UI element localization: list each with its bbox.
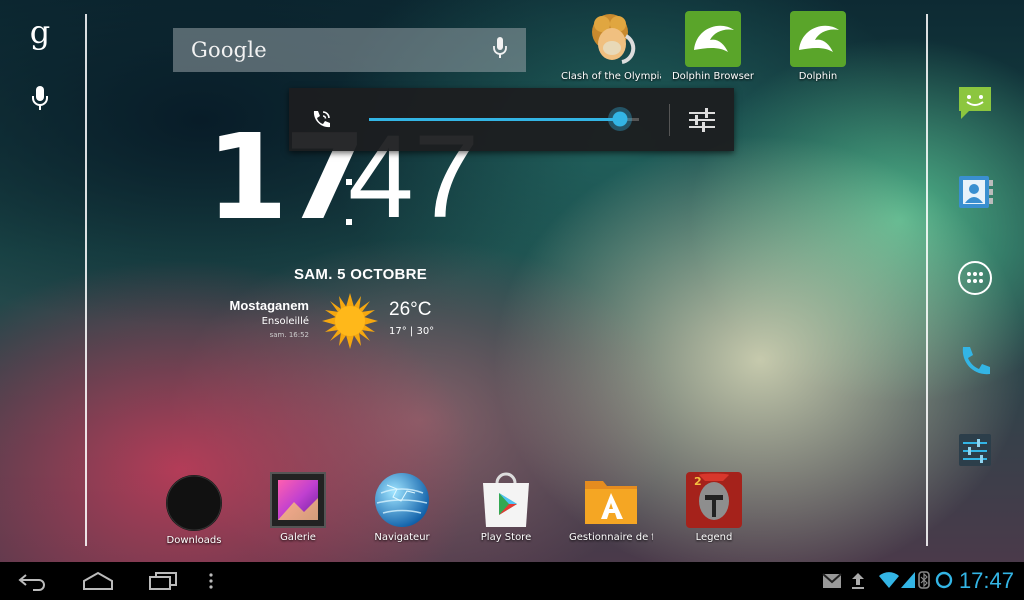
- svg-text:2: 2: [694, 475, 702, 488]
- app-label: Downloads: [166, 535, 222, 546]
- menu-overflow-button[interactable]: [208, 573, 214, 593]
- panel-divider: [669, 104, 670, 136]
- app-downloads[interactable]: Downloads: [144, 474, 244, 546]
- call-volume-icon: [309, 108, 333, 136]
- app-label: Gestionnaire de fichiers: [569, 532, 653, 543]
- navigation-bar: 17:47: [0, 562, 1024, 600]
- file-manager-icon: [582, 471, 640, 529]
- app-label: Play Store: [480, 532, 532, 543]
- signal-icon: [900, 571, 916, 593]
- app-dolphin[interactable]: Dolphin: [768, 10, 868, 82]
- clock-colon: [346, 155, 352, 235]
- app-label: Navigateur: [374, 532, 430, 543]
- app-galerie[interactable]: Galerie: [248, 471, 348, 543]
- date-label[interactable]: SAM. 5 OCTOBRE: [294, 266, 427, 283]
- voice-search-icon[interactable]: [22, 80, 58, 116]
- right-divider: [926, 14, 928, 546]
- home-button[interactable]: [82, 571, 114, 595]
- messaging-icon[interactable]: [953, 81, 997, 125]
- status-time: 17:47: [958, 568, 1014, 593]
- upload-notification-icon[interactable]: [851, 572, 865, 594]
- weather-condition: Ensoleillé: [261, 316, 309, 327]
- dolphin-icon: [789, 10, 847, 68]
- app-label: Dolphin: [798, 71, 838, 82]
- app-label: Clash of the Olympians: [561, 71, 661, 82]
- google-logo: Google: [191, 38, 267, 62]
- weather-range: 17° | 30°: [389, 326, 435, 337]
- all-apps-icon[interactable]: [953, 256, 997, 300]
- play-store-icon: [477, 471, 535, 529]
- microphone-icon[interactable]: [492, 36, 508, 64]
- volume-slider-fill: [369, 118, 621, 121]
- weather-temperature: 26°C: [389, 299, 432, 320]
- google-search-bar[interactable]: Google: [173, 28, 526, 72]
- bluetooth-icon: [918, 571, 930, 593]
- weather-updated: sam. 16:52: [269, 331, 309, 339]
- dolphin-browser-icon: [684, 10, 742, 68]
- app-gestionnaire-de-fichiers[interactable]: Gestionnaire de fichiers: [559, 471, 663, 543]
- sun-icon[interactable]: [322, 293, 378, 353]
- app-clash-of-the-olympians[interactable]: Clash of the Olympians: [561, 10, 661, 82]
- recent-apps-button[interactable]: [148, 572, 178, 594]
- left-divider: [85, 14, 87, 546]
- volume-slider[interactable]: [369, 107, 639, 131]
- settings-icon[interactable]: [953, 428, 997, 472]
- downloads-icon: [165, 474, 223, 532]
- app-label: Legend: [695, 532, 733, 543]
- wifi-icon: [878, 571, 900, 593]
- back-button[interactable]: [18, 571, 48, 595]
- app-dolphin-browser[interactable]: Dolphin Browser: [663, 10, 763, 82]
- clash-of-the-olympians-icon: [582, 10, 640, 68]
- sound-settings-icon[interactable]: [687, 106, 717, 138]
- volume-slider-thumb[interactable]: [608, 107, 633, 131]
- app-label: Galerie: [280, 532, 316, 543]
- browser-globe-icon: [373, 471, 431, 529]
- contacts-icon[interactable]: [953, 170, 997, 214]
- sync-status-icon: [935, 571, 953, 593]
- weather-city[interactable]: Mostaganem: [180, 298, 309, 313]
- phone-icon[interactable]: [953, 341, 997, 385]
- gallery-icon: [269, 471, 327, 529]
- app-label: Dolphin Browser: [671, 71, 755, 82]
- app-navigateur[interactable]: Navigateur: [352, 471, 452, 543]
- app-legend[interactable]: 2 Legend: [664, 471, 764, 543]
- gmail-notification-icon[interactable]: [822, 573, 842, 593]
- app-play-store[interactable]: Play Store: [456, 471, 556, 543]
- volume-panel: [289, 88, 734, 151]
- google-search-icon[interactable]: g: [22, 14, 58, 50]
- legend-game-icon: 2: [685, 471, 743, 529]
